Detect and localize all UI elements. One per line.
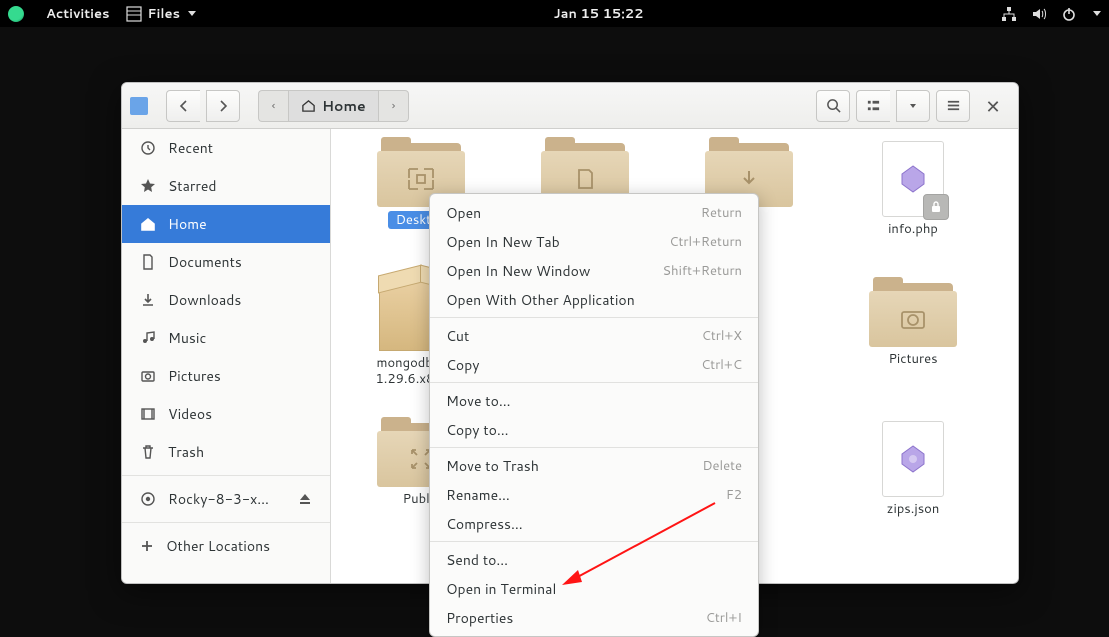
- sidebar-item-label: Other Locations: [166, 536, 270, 556]
- network-icon[interactable]: [1001, 6, 1017, 22]
- context-menu: OpenReturn Open In New TabCtrl+Return Op…: [429, 193, 759, 637]
- star-icon: [140, 178, 156, 194]
- sidebar-item-downloads[interactable]: Downloads: [122, 281, 330, 319]
- ctx-open-new-window[interactable]: Open In New WindowShift+Return: [430, 256, 758, 285]
- path-next-button[interactable]: [379, 90, 409, 122]
- download-icon: [140, 292, 156, 308]
- sidebar-item-label: Starred: [168, 176, 217, 196]
- sidebar-item-trash[interactable]: Trash: [122, 433, 330, 471]
- power-icon[interactable]: [1061, 6, 1077, 22]
- app-menu-label: Files: [148, 5, 180, 23]
- ctx-separator: [430, 317, 758, 318]
- view-dropdown-button[interactable]: [896, 90, 930, 122]
- document-icon: [140, 254, 156, 270]
- ctx-separator: [430, 447, 758, 448]
- sidebar-item-label: Videos: [168, 404, 212, 424]
- sidebar-separator: [122, 522, 330, 523]
- ctx-open-new-tab[interactable]: Open In New TabCtrl+Return: [430, 227, 758, 256]
- sidebar-item-recent[interactable]: Recent: [122, 129, 330, 167]
- sidebar-item-label: Home: [168, 214, 207, 234]
- sidebar-item-label: Downloads: [168, 290, 241, 310]
- sidebar-item-pictures[interactable]: Pictures: [122, 357, 330, 395]
- videos-icon: [140, 406, 156, 422]
- pictures-icon: [140, 368, 156, 384]
- home-icon: [140, 216, 156, 232]
- ctx-move-to[interactable]: Move to…: [430, 386, 758, 415]
- clock[interactable]: Jan 15 15:22: [196, 5, 1001, 23]
- file-item-info-php[interactable]: info.php: [831, 137, 995, 277]
- ctx-cut[interactable]: CutCtrl+X: [430, 321, 758, 350]
- sidebar-item-label: Recent: [168, 138, 213, 158]
- sidebar-item-music[interactable]: Music: [122, 319, 330, 357]
- files-app-icon: [126, 6, 142, 22]
- nav-back-button[interactable]: [166, 90, 200, 122]
- nav-forward-button[interactable]: [206, 90, 240, 122]
- ctx-separator: [430, 382, 758, 383]
- ctx-rename[interactable]: Rename…F2: [430, 480, 758, 509]
- eject-icon[interactable]: [298, 492, 312, 506]
- ctx-open-with[interactable]: Open With Other Application: [430, 285, 758, 314]
- ctx-copy[interactable]: CopyCtrl+C: [430, 350, 758, 379]
- sidebar-item-videos[interactable]: Videos: [122, 395, 330, 433]
- ctx-open-in-terminal[interactable]: Open in Terminal: [430, 574, 758, 603]
- distro-logo-icon: [8, 6, 24, 22]
- path-segment-home[interactable]: Home: [288, 90, 379, 122]
- search-button[interactable]: [816, 90, 850, 122]
- sidebar-item-label: Trash: [168, 442, 204, 462]
- home-icon: [301, 98, 316, 113]
- sidebar-item-label: Pictures: [168, 366, 221, 386]
- pathbar: Home: [258, 90, 409, 122]
- file-label: Pictures: [888, 351, 937, 367]
- sidebar-volume-rocky[interactable]: Rocky-8-3-x…: [122, 480, 330, 518]
- gnome-top-panel: Activities Files Jan 15 15:22: [0, 0, 1109, 27]
- headerbar: Home ✕: [122, 83, 1018, 129]
- chevron-down-icon: [188, 11, 196, 16]
- close-window-button[interactable]: ✕: [976, 90, 1010, 122]
- ctx-compress[interactable]: Compress…: [430, 509, 758, 538]
- sidebar-separator: [122, 475, 330, 476]
- sidebar-other-locations[interactable]: Other Locations: [122, 527, 330, 565]
- plus-icon: [140, 539, 154, 553]
- sidebar-item-documents[interactable]: Documents: [122, 243, 330, 281]
- file-label: info.php: [888, 221, 938, 237]
- hamburger-menu-button[interactable]: [936, 90, 970, 122]
- ctx-move-to-trash[interactable]: Move to TrashDelete: [430, 451, 758, 480]
- path-segment-label: Home: [322, 96, 366, 116]
- file-item-zips-json[interactable]: zips.json: [831, 417, 995, 557]
- chevron-down-icon[interactable]: [1093, 11, 1101, 16]
- ctx-open[interactable]: OpenReturn: [430, 198, 758, 227]
- activities-button[interactable]: Activities: [46, 5, 110, 23]
- sidebar-item-home[interactable]: Home: [122, 205, 330, 243]
- disc-icon: [140, 491, 156, 507]
- lock-icon: [923, 194, 949, 220]
- file-item-pictures[interactable]: Pictures: [831, 277, 995, 417]
- file-label: zips.json: [887, 501, 940, 517]
- music-icon: [140, 330, 156, 346]
- clock-icon: [140, 140, 156, 156]
- trash-icon: [140, 444, 156, 460]
- path-prev-button[interactable]: [258, 90, 288, 122]
- volume-icon[interactable]: [1031, 6, 1047, 22]
- sidebar-item-label: Rocky-8-3-x…: [168, 489, 269, 509]
- sidebar: Recent Starred Home Documents Downloads …: [122, 129, 331, 583]
- ctx-copy-to[interactable]: Copy to…: [430, 415, 758, 444]
- ctx-properties[interactable]: PropertiesCtrl+I: [430, 603, 758, 632]
- sidebar-item-starred[interactable]: Starred: [122, 167, 330, 205]
- ctx-separator: [430, 541, 758, 542]
- app-menu[interactable]: Files: [126, 5, 196, 23]
- sidebar-item-label: Music: [168, 328, 206, 348]
- sidebar-item-label: Documents: [168, 252, 242, 272]
- window-app-icon: [130, 97, 148, 115]
- ctx-send-to[interactable]: Send to…: [430, 545, 758, 574]
- view-list-button[interactable]: [856, 90, 890, 122]
